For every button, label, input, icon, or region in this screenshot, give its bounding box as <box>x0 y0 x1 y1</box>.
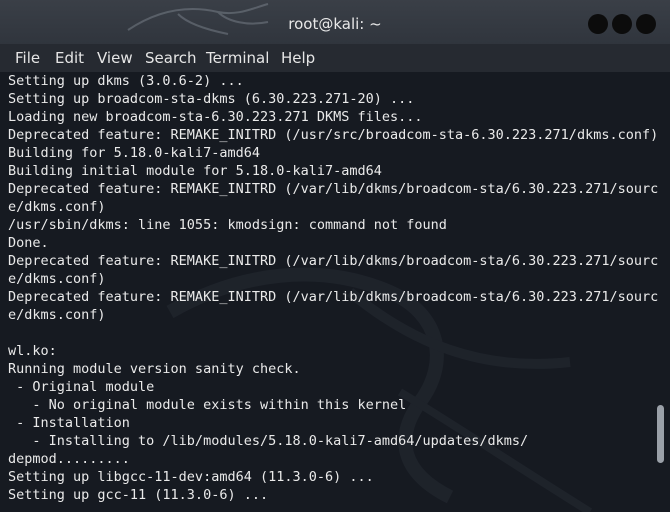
terminal-line: /usr/sbin/dkms: line 1055: kmodsign: com… <box>8 217 447 233</box>
menu-edit[interactable]: Edit <box>55 49 84 67</box>
terminal-line: - Installation <box>8 415 130 431</box>
terminal-line: depmod......... <box>8 451 130 467</box>
title-bar[interactable]: root@kali: ~ <box>0 0 670 44</box>
menu-view[interactable]: View <box>97 49 133 67</box>
terminal-line: Setting up libgcc-11-dev:amd64 (11.3.0-6… <box>8 469 374 485</box>
menu-search[interactable]: Search <box>145 49 197 67</box>
terminal-line: wl.ko: <box>8 343 57 359</box>
terminal-line: Running module version sanity check. <box>8 361 301 377</box>
terminal-line: Loading new broadcom-sta-6.30.223.271 DK… <box>8 109 423 125</box>
terminal-line: Setting up dkms (3.0.6-2) ... <box>8 73 244 89</box>
terminal-line: Deprecated feature: REMAKE_INITRD (/usr/… <box>8 127 659 143</box>
terminal-line: - Original module <box>8 379 155 395</box>
terminal-line: e/dkms.conf) <box>8 199 106 215</box>
menu-help[interactable]: Help <box>281 49 315 67</box>
terminal-line: Building for 5.18.0-kali7-amd64 <box>8 145 260 161</box>
terminal-line: e/dkms.conf) <box>8 271 106 287</box>
menu-bar: File Edit View Search Terminal Help <box>0 44 670 72</box>
scrollbar[interactable] <box>655 72 665 512</box>
close-button[interactable] <box>636 14 656 34</box>
terminal-line: Building initial module for 5.18.0-kali7… <box>8 163 382 179</box>
terminal-output[interactable]: Setting up dkms (3.0.6-2) ... Setting up … <box>0 72 670 512</box>
terminal-line: Deprecated feature: REMAKE_INITRD (/var/… <box>8 289 659 305</box>
terminal-line: - No original module exists within this … <box>8 397 407 413</box>
scrollbar-thumb[interactable] <box>657 405 664 463</box>
terminal-line: Deprecated feature: REMAKE_INITRD (/var/… <box>8 181 659 197</box>
terminal-line: Setting up gcc-11 (11.3.0-6) ... <box>8 487 269 503</box>
window-title: root@kali: ~ <box>288 15 382 33</box>
maximize-button[interactable] <box>612 14 632 34</box>
terminal-line: e/dkms.conf) <box>8 307 106 323</box>
menu-terminal[interactable]: Terminal <box>206 49 269 67</box>
menu-file[interactable]: File <box>15 49 40 67</box>
terminal-line: Done. <box>8 235 49 251</box>
terminal-line: Deprecated feature: REMAKE_INITRD (/var/… <box>8 253 659 269</box>
terminal-line: Setting up broadcom-sta-dkms (6.30.223.2… <box>8 91 415 107</box>
terminal-line: - Installing to /lib/modules/5.18.0-kali… <box>8 433 529 449</box>
terminal-window: root@kali: ~ File Edit View Search Termi… <box>0 0 670 512</box>
minimize-button[interactable] <box>588 14 608 34</box>
terminal-lines: Setting up dkms (3.0.6-2) ... Setting up … <box>8 72 659 504</box>
